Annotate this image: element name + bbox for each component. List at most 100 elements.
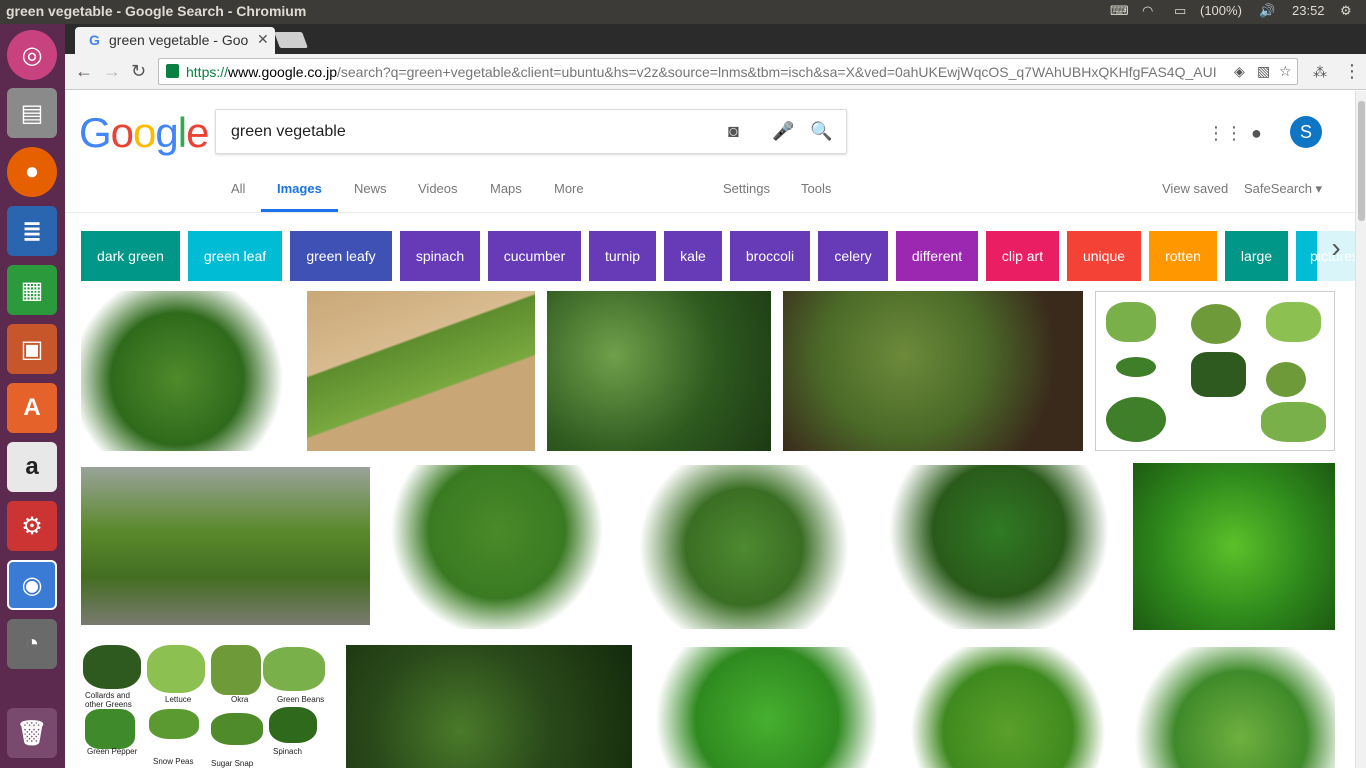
wifi-icon[interactable]: ◠ (1142, 3, 1153, 19)
settings-gear-icon[interactable]: ⚙ (1340, 3, 1352, 19)
files-icon[interactable]: ▤ (7, 88, 57, 138)
image-result-15[interactable] (1125, 647, 1335, 768)
image-result-9[interactable] (877, 465, 1121, 629)
browser-tab[interactable]: G green vegetable - Google Search ✕ (75, 27, 275, 54)
back-button[interactable]: ← (75, 61, 93, 82)
chip-rotten[interactable]: rotten (1149, 231, 1217, 281)
view-saved-link[interactable]: View saved (1162, 181, 1228, 196)
chip-unique[interactable]: unique (1067, 231, 1141, 281)
keyboard-icon[interactable]: ⌨ (1110, 3, 1129, 19)
image-result-8[interactable] (624, 465, 864, 629)
browser-toolbar: ← → ↻ https://www.google.co.jp/search?q=… (65, 54, 1366, 90)
chip-celery[interactable]: celery (818, 231, 888, 281)
ubuntu-dash-icon[interactable]: ◎ (7, 30, 57, 80)
battery-icon[interactable]: ▭ (1174, 3, 1186, 19)
chip-turnip[interactable]: turnip (589, 231, 656, 281)
image-result-12[interactable] (346, 645, 632, 768)
tab-all[interactable]: All (231, 181, 245, 196)
image-result-14[interactable] (903, 647, 1113, 768)
image-result-1[interactable] (81, 291, 295, 451)
menu-icon[interactable]: ⋮ (1343, 61, 1361, 82)
chips-next-arrow-icon[interactable]: › (1317, 215, 1355, 281)
libreoffice-calc-icon[interactable]: ▦ (7, 265, 57, 315)
image-result-3[interactable] (547, 291, 771, 451)
new-tab-button[interactable] (274, 32, 308, 48)
window-title: green vegetable - Google Search - Chromi… (6, 3, 307, 19)
image-result-10[interactable] (1133, 463, 1335, 630)
chip-different[interactable]: different (896, 231, 978, 281)
tab-more[interactable]: More (554, 181, 584, 196)
chip-dark-green[interactable]: dark green (81, 231, 180, 281)
camera-icon[interactable]: ◙ (728, 121, 739, 142)
image-caption: Snow Peas (153, 757, 194, 766)
bookmark-star-icon[interactable]: ☆ (1279, 63, 1292, 80)
address-bar[interactable]: https://www.google.co.jp/search?q=green+… (158, 58, 1298, 85)
software-center-icon[interactable]: A (7, 383, 57, 433)
account-avatar[interactable]: S (1290, 116, 1322, 148)
google-logo[interactable]: Google (79, 109, 209, 157)
chip-clip-art[interactable]: clip art (986, 231, 1059, 281)
chip-green-leafy[interactable]: green leafy (290, 231, 392, 281)
unity-launcher: ◎ ▤ ● ≣ ▦ ▣ A a ⚙ ◉ ◔ 🗑 (0, 24, 65, 768)
location-icon[interactable]: ◈ (1234, 63, 1245, 80)
forward-button[interactable]: → (103, 61, 121, 82)
tab-news[interactable]: News (354, 181, 387, 196)
close-tab-icon[interactable]: ✕ (257, 31, 269, 48)
tab-strip: G green vegetable - Google Search ✕ (65, 24, 1366, 54)
reload-button[interactable]: ↻ (131, 61, 146, 82)
microphone-icon[interactable]: 🎤 (772, 121, 794, 142)
active-tab-indicator (261, 209, 338, 212)
image-caption: Sugar Snap Peas (211, 759, 254, 768)
system-settings-icon[interactable]: ⚙ (7, 501, 57, 551)
google-images-page: Google green vegetable ◙ 🎤 🔍 ⋮⋮ ● S All … (65, 91, 1355, 768)
safesearch-dropdown[interactable]: SafeSearch ▾ (1244, 181, 1322, 197)
search-input[interactable]: green vegetable (231, 123, 346, 141)
libreoffice-writer-icon[interactable]: ≣ (7, 206, 57, 256)
libreoffice-impress-icon[interactable]: ▣ (7, 324, 57, 374)
chip-kale[interactable]: kale (664, 231, 722, 281)
extension-icon[interactable]: ⁂ (1313, 64, 1327, 81)
tab-maps[interactable]: Maps (490, 181, 522, 196)
search-nav-tabs: All Images News Videos Maps More Setting… (65, 181, 1355, 213)
settings-link[interactable]: Settings (723, 181, 770, 196)
search-box[interactable]: green vegetable ◙ 🎤 🔍 (215, 109, 847, 154)
image-result-6[interactable] (81, 467, 370, 625)
amazon-icon[interactable]: a (7, 442, 57, 492)
related-searches-chips: dark green green leaf green leafy spinac… (81, 231, 1355, 281)
image-result-4[interactable] (783, 291, 1083, 451)
tab-videos[interactable]: Videos (418, 181, 458, 196)
chip-large[interactable]: large (1225, 231, 1288, 281)
notifications-bell-icon[interactable]: ● (1251, 123, 1262, 144)
chip-spinach[interactable]: spinach (400, 231, 480, 281)
image-result-2[interactable] (307, 291, 535, 451)
clock[interactable]: 23:52 (1292, 3, 1325, 18)
translate-icon[interactable]: ▧ (1257, 63, 1270, 80)
image-caption: Green Beans (277, 695, 325, 704)
lock-icon[interactable] (166, 64, 179, 78)
apps-grid-icon[interactable]: ⋮⋮ (1207, 123, 1243, 144)
search-icon[interactable]: 🔍 (810, 121, 832, 142)
chip-cucumber[interactable]: cucumber (488, 231, 581, 281)
url-host: www.google.co.jp (228, 64, 337, 80)
image-caption: Okra (231, 695, 249, 704)
chip-broccoli[interactable]: broccoli (730, 231, 810, 281)
image-result-13[interactable] (644, 647, 890, 768)
tab-images[interactable]: Images (277, 181, 322, 196)
disk-usage-icon[interactable]: ◔ (7, 619, 57, 669)
page-scrollbar[interactable] (1355, 91, 1366, 768)
firefox-icon[interactable]: ● (7, 147, 57, 197)
trash-icon[interactable]: 🗑 (7, 708, 57, 758)
scrollbar-thumb[interactable] (1358, 101, 1365, 221)
chromium-icon[interactable]: ◉ (7, 560, 57, 610)
image-caption: Collards and other Greens (85, 691, 132, 709)
volume-icon[interactable]: 🔊 (1259, 3, 1275, 19)
battery-percent[interactable]: (100%) (1200, 3, 1242, 18)
url-text[interactable]: https://www.google.co.jp/search?q=green+… (186, 64, 1226, 80)
image-result-7[interactable] (382, 465, 612, 629)
ubuntu-top-panel: green vegetable - Google Search - Chromi… (0, 0, 1366, 24)
url-scheme: https:// (186, 64, 229, 80)
chip-green-leaf[interactable]: green leaf (188, 231, 282, 281)
tools-link[interactable]: Tools (801, 181, 831, 196)
image-result-11[interactable]: Collards and other Greens Lettuce Okra Gree… (81, 643, 328, 768)
image-result-5[interactable] (1095, 291, 1335, 451)
